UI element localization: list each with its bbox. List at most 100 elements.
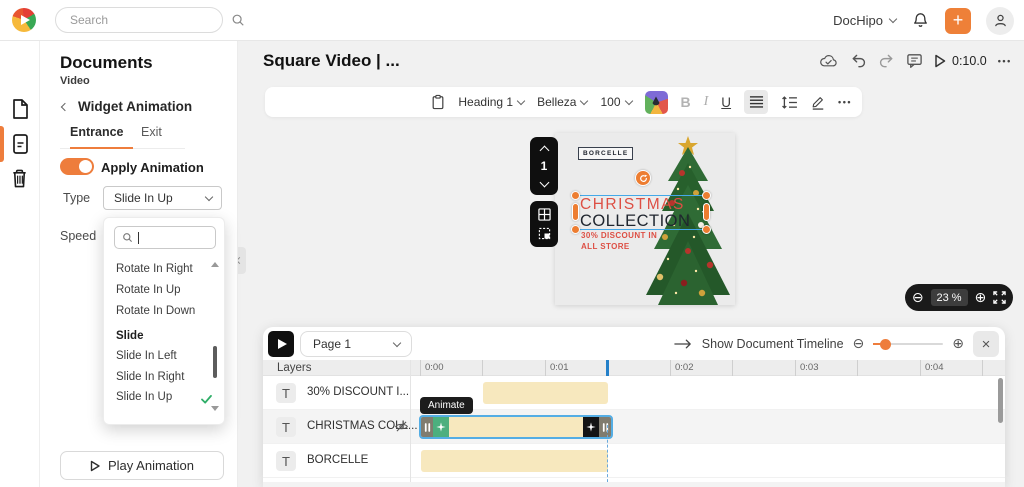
trim-handle-left[interactable] <box>421 417 433 437</box>
duration-bar-body[interactable] <box>449 417 583 437</box>
layer-row[interactable]: T BORCELLE <box>263 444 1005 478</box>
notifications-bell-icon[interactable] <box>911 11 930 30</box>
global-search[interactable] <box>55 7 244 33</box>
tab-exit[interactable]: Exit <box>141 125 162 148</box>
cloud-saved-icon <box>818 53 839 69</box>
trim-handle-right[interactable] <box>599 417 611 437</box>
copy-style-icon[interactable] <box>431 94 445 110</box>
resize-handle-w[interactable] <box>572 203 579 221</box>
profile-avatar[interactable] <box>986 6 1014 35</box>
layers-header: Layers <box>277 362 312 374</box>
toolbar-more-icon[interactable]: ••• <box>838 97 852 107</box>
text-effects-pencil-icon[interactable] <box>811 95 825 110</box>
resize-handle-sw[interactable] <box>571 225 580 234</box>
create-new-button[interactable]: + <box>945 7 971 34</box>
visibility-off-icon[interactable] <box>394 420 409 438</box>
layer-label[interactable]: 30% DISCOUNT I... <box>307 386 409 398</box>
text-layer-icon: T <box>276 383 296 403</box>
layer-duration-bar[interactable] <box>421 450 608 472</box>
show-document-timeline-label[interactable]: Show Document Timeline <box>702 337 844 351</box>
timeline-scrollbar[interactable] <box>998 378 1003 423</box>
timeline-page-select[interactable]: Page 1 <box>300 331 412 357</box>
blank-document-icon[interactable] <box>10 98 30 125</box>
scroll-up-icon[interactable] <box>211 262 219 267</box>
playhead-line <box>607 425 608 487</box>
canvas-subtext-line1[interactable]: 30% DISCOUNT IN <box>581 231 657 240</box>
resize-handle-nw[interactable] <box>571 191 580 200</box>
canvas-tools <box>530 201 558 247</box>
fullscreen-icon[interactable] <box>993 291 1006 304</box>
canvas-brand-text[interactable]: BORCELLE <box>578 147 634 160</box>
apply-animation-toggle[interactable] <box>60 158 94 175</box>
rotate-handle-icon[interactable] <box>635 170 651 186</box>
bold-button[interactable]: B <box>681 94 691 110</box>
timeline-zoom-slider[interactable] <box>873 338 944 350</box>
zoom-in-icon[interactable]: ⊕ <box>974 291 986 305</box>
resize-handle-se[interactable] <box>702 225 711 234</box>
timeline-zoom-out-icon[interactable]: ⊖ <box>853 337 865 351</box>
scroll-down-icon[interactable] <box>211 406 219 411</box>
design-canvas[interactable]: BORCELLE CHRISTMAS COLLECTION 30% DISCOU… <box>555 133 735 305</box>
layer-row-selected[interactable]: T CHRISTMAS COLL... <box>263 410 1005 444</box>
trash-icon[interactable] <box>10 168 29 194</box>
layer-duration-bar[interactable] <box>483 382 608 404</box>
dropdown-scrollbar[interactable] <box>213 346 217 378</box>
page-down-icon[interactable] <box>539 177 549 187</box>
tab-entrance[interactable]: Entrance <box>70 125 133 149</box>
layer-row[interactable]: T 30% DISCOUNT I... <box>263 376 1005 410</box>
back-widget-animation[interactable]: Widget Animation <box>60 99 193 114</box>
toggle-knob <box>79 160 92 173</box>
dropdown-option[interactable]: Rotate In Down <box>116 305 195 317</box>
timeline-play-button[interactable] <box>268 331 294 357</box>
resize-handle-e[interactable] <box>703 203 710 221</box>
play-animation-button[interactable]: Play Animation <box>60 451 224 480</box>
exit-animation-icon[interactable] <box>583 417 599 437</box>
italic-button[interactable]: I <box>704 94 709 110</box>
close-timeline-button[interactable]: × <box>973 331 999 357</box>
comment-icon[interactable] <box>906 52 923 69</box>
underline-button[interactable]: U <box>721 95 731 110</box>
selected-duration-bar[interactable] <box>419 415 613 439</box>
dropdown-option-selected[interactable]: Slide In Up <box>116 391 172 403</box>
tick-label: 0:01 <box>550 362 569 373</box>
resize-handle-ne[interactable] <box>702 191 711 200</box>
undo-icon[interactable] <box>850 53 867 68</box>
document-title: Square Video | ... <box>263 51 400 70</box>
canvas-subtext-line2[interactable]: ALL STORE <box>581 242 630 251</box>
document-lines-icon[interactable] <box>10 133 30 160</box>
grid-view-icon[interactable] <box>537 207 551 221</box>
timeline-ruler[interactable]: Layers 0:00 0:01 0:02 0:03 0:04 <box>263 360 1005 376</box>
editor-header-actions: 0:10.0 ••• <box>818 52 1012 69</box>
text-color-picker[interactable] <box>644 90 668 114</box>
dropdown-option[interactable]: Slide In Right <box>116 371 184 383</box>
font-size-select[interactable]: 100 <box>600 95 633 109</box>
font-size-value: 100 <box>600 95 621 109</box>
zoom-out-icon[interactable]: ⊖ <box>912 291 924 305</box>
timeline-zoom-in-icon[interactable]: ⊕ <box>952 337 964 351</box>
chevron-down-icon <box>204 192 214 201</box>
line-spacing-button[interactable] <box>781 95 798 109</box>
dropdown-option[interactable]: Rotate In Right <box>116 263 193 275</box>
dropdown-option[interactable]: Slide In Left <box>116 350 177 362</box>
more-options-icon[interactable]: ••• <box>998 56 1012 66</box>
workspace-menu[interactable]: DocHipo <box>833 13 898 28</box>
search-input[interactable] <box>56 13 231 27</box>
back-label: Widget Animation <box>78 99 193 114</box>
slider-knob[interactable] <box>880 338 892 350</box>
playhead-handle[interactable] <box>606 360 609 376</box>
animation-type-select[interactable]: Slide In Up <box>103 186 222 210</box>
text-align-button[interactable] <box>744 90 769 114</box>
text-style-select[interactable]: Heading 1 <box>458 95 526 109</box>
preview-play-icon[interactable] <box>934 54 946 68</box>
redo-icon[interactable] <box>878 53 895 68</box>
dropdown-option[interactable]: Rotate In Up <box>116 284 181 296</box>
panel-subtitle: Video <box>60 75 90 87</box>
page-up-icon[interactable] <box>539 145 549 155</box>
dropdown-search[interactable] <box>114 226 216 249</box>
animation-type-value: Slide In Up <box>114 191 173 205</box>
layer-label[interactable]: BORCELLE <box>307 454 368 466</box>
resize-canvas-icon[interactable] <box>538 227 551 240</box>
timeline-header-right: Show Document Timeline ⊖ ⊕ × <box>674 331 999 357</box>
font-family-select[interactable]: Belleza <box>537 95 589 109</box>
entrance-animation-icon[interactable] <box>433 417 449 437</box>
